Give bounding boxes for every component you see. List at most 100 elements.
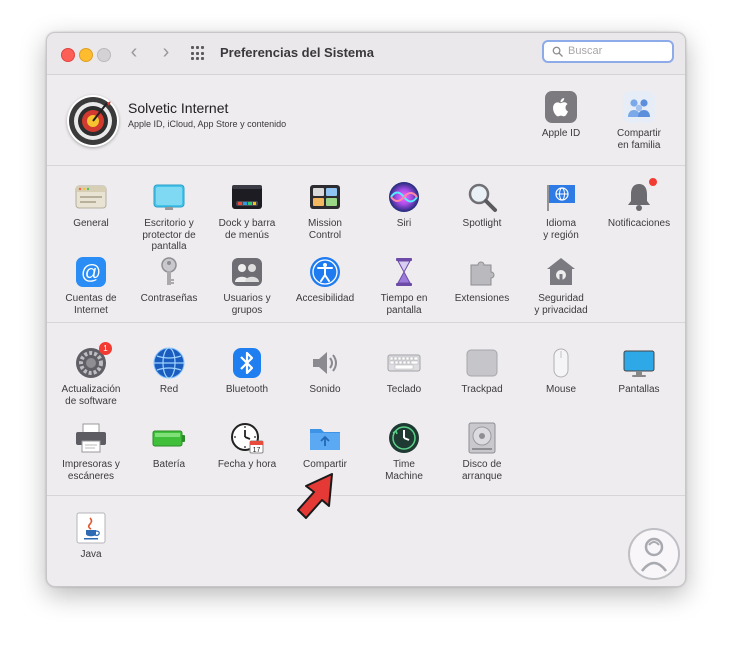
search-field[interactable] bbox=[542, 40, 674, 63]
account-name[interactable]: Solvetic Internet bbox=[128, 100, 228, 116]
pane-keyboard[interactable]: Teclado bbox=[362, 346, 446, 396]
software-update-icon: 1 bbox=[74, 342, 112, 380]
pane-label: Mission Control bbox=[308, 218, 342, 241]
minimize-button[interactable] bbox=[79, 48, 93, 62]
mission-control-icon bbox=[308, 180, 342, 214]
pane-apple-id[interactable]: Apple ID bbox=[519, 90, 603, 140]
extensions-icon bbox=[465, 255, 499, 289]
pane-sound[interactable]: Sonido bbox=[283, 346, 367, 396]
personal-section: General Escritorio y protector de pantall… bbox=[47, 167, 685, 323]
pane-desktop-screensaver[interactable]: Escritorio y protector de pantalla bbox=[127, 180, 211, 253]
pane-dock-menubar[interactable]: Dock y barra de menús bbox=[205, 180, 289, 241]
accessibility-icon bbox=[308, 255, 342, 289]
close-button[interactable] bbox=[61, 48, 75, 62]
toolbar: ‹ › Preferencias del Sistema bbox=[47, 33, 685, 75]
pane-label: Sonido bbox=[309, 384, 341, 395]
pane-time-machine[interactable]: Time Machine bbox=[362, 421, 446, 482]
pane-internet-accounts[interactable]: @ Cuentas de Internet bbox=[49, 255, 133, 316]
language-region-icon bbox=[544, 180, 578, 214]
printers-scanners-icon bbox=[74, 421, 108, 455]
pane-label: Contraseñas bbox=[140, 293, 198, 304]
account-section: Solvetic Internet Apple ID, iCloud, App … bbox=[47, 75, 685, 166]
pane-mission-control[interactable]: Mission Control bbox=[283, 180, 367, 241]
pane-label: Accesibilidad bbox=[295, 293, 355, 304]
pane-language-region[interactable]: Idioma y región bbox=[519, 180, 603, 241]
keyboard-icon bbox=[387, 346, 421, 380]
forward-button[interactable]: › bbox=[156, 42, 176, 63]
pane-notifications[interactable]: Notificaciones bbox=[597, 178, 681, 230]
screen-time-icon bbox=[387, 255, 421, 289]
target-avatar-icon bbox=[69, 97, 117, 145]
show-all-grid-icon[interactable] bbox=[191, 46, 206, 61]
watermark-logo-icon bbox=[628, 528, 680, 580]
search-icon bbox=[552, 46, 563, 57]
pane-label: Apple ID bbox=[541, 128, 581, 139]
pane-mouse[interactable]: Mouse bbox=[519, 346, 603, 396]
svg-text:@: @ bbox=[81, 262, 101, 284]
notification-dot bbox=[649, 178, 657, 186]
dock-menubar-icon bbox=[230, 180, 264, 214]
pane-label: Siri bbox=[396, 218, 412, 229]
pane-label: Spotlight bbox=[462, 218, 502, 229]
pane-battery[interactable]: Batería bbox=[127, 421, 211, 471]
apple-id-icon bbox=[544, 90, 578, 124]
pane-label: Bluetooth bbox=[225, 384, 269, 395]
pane-label: Extensiones bbox=[454, 293, 510, 304]
security-privacy-icon bbox=[544, 255, 578, 289]
calendar-day-label: 17 bbox=[253, 447, 261, 454]
pane-label: General bbox=[73, 218, 109, 229]
pane-security-privacy[interactable]: Seguridad y privacidad bbox=[519, 255, 603, 316]
pane-label: Compartir bbox=[303, 459, 347, 470]
back-button[interactable]: ‹ bbox=[124, 42, 144, 63]
pane-trackpad[interactable]: Trackpad bbox=[440, 346, 524, 396]
pane-label: Dock y barra de menús bbox=[218, 218, 276, 241]
trackpad-icon bbox=[465, 346, 499, 380]
zoom-button[interactable] bbox=[97, 48, 111, 62]
annotation-arrow-icon bbox=[297, 473, 333, 519]
pane-label: Actualización de software bbox=[61, 384, 121, 407]
pane-label: Java bbox=[80, 549, 102, 560]
pane-general[interactable]: General bbox=[49, 180, 133, 230]
mouse-icon bbox=[544, 346, 578, 380]
pane-spotlight[interactable]: Spotlight bbox=[440, 180, 524, 230]
pane-date-time[interactable]: 17 Fecha y hora bbox=[205, 421, 289, 471]
pane-extensions[interactable]: Extensiones bbox=[440, 255, 524, 305]
date-time-icon: 17 bbox=[230, 421, 264, 455]
displays-icon bbox=[622, 346, 656, 380]
search-input[interactable] bbox=[568, 45, 668, 57]
pane-siri[interactable]: Siri bbox=[362, 180, 446, 230]
notifications-icon bbox=[622, 178, 657, 214]
pane-sharing[interactable]: Compartir bbox=[283, 421, 367, 471]
pane-printers-scanners[interactable]: Impresoras y escáneres bbox=[49, 421, 133, 482]
pane-family-sharing[interactable]: Compartir en familia bbox=[597, 90, 681, 151]
pane-label: Pantallas bbox=[618, 384, 660, 395]
pane-label: Fecha y hora bbox=[217, 459, 277, 470]
pane-network[interactable]: Red bbox=[127, 346, 211, 396]
spotlight-icon bbox=[465, 180, 499, 214]
pane-label: Red bbox=[159, 384, 179, 395]
pane-label: Cuentas de Internet bbox=[65, 293, 117, 316]
pane-screen-time[interactable]: Tiempo en pantalla bbox=[362, 255, 446, 316]
update-count-badge: 1 bbox=[99, 342, 112, 355]
hardware-section: 1 Actualización de software Red Bluetooth So… bbox=[47, 323, 685, 496]
window-title: Preferencias del Sistema bbox=[220, 45, 374, 60]
pane-passwords[interactable]: Contraseñas bbox=[127, 255, 211, 305]
avatar[interactable] bbox=[67, 95, 119, 147]
pane-software-update[interactable]: 1 Actualización de software bbox=[49, 342, 133, 407]
pane-users-groups[interactable]: Usuarios y grupos bbox=[205, 255, 289, 316]
pane-label: Impresoras y escáneres bbox=[62, 459, 120, 482]
internet-accounts-icon: @ bbox=[74, 255, 108, 289]
pane-displays[interactable]: Pantallas bbox=[597, 346, 681, 396]
sound-icon bbox=[308, 346, 342, 380]
pane-label: Usuarios y grupos bbox=[223, 293, 271, 316]
sharing-icon bbox=[308, 421, 342, 455]
pane-label: Batería bbox=[152, 459, 186, 470]
startup-disk-icon bbox=[465, 421, 499, 455]
pane-label: Tiempo en pantalla bbox=[380, 293, 428, 316]
pane-startup-disk[interactable]: Disco de arranque bbox=[440, 421, 524, 482]
pane-label: Idioma y región bbox=[543, 218, 579, 241]
pane-label: Compartir en familia bbox=[617, 128, 661, 151]
pane-bluetooth[interactable]: Bluetooth bbox=[205, 346, 289, 396]
pane-accessibility[interactable]: Accesibilidad bbox=[283, 255, 367, 305]
pane-java[interactable]: Java bbox=[49, 511, 133, 561]
